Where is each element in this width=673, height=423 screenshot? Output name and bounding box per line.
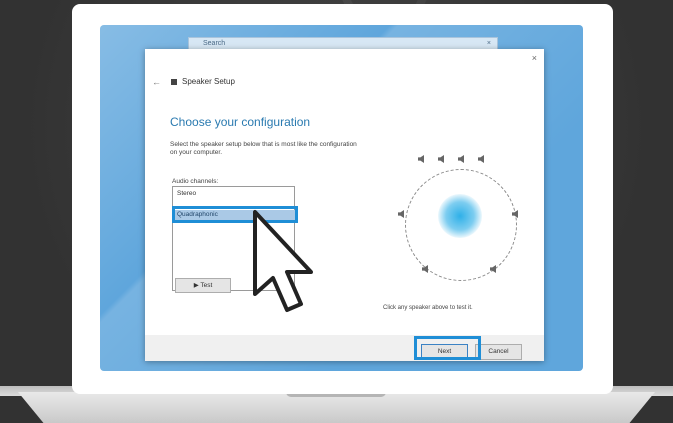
mouse-pointer-icon xyxy=(253,210,313,312)
speaker-icon[interactable] xyxy=(436,154,446,164)
speaker-icon[interactable] xyxy=(456,154,466,164)
page-heading: Choose your configuration xyxy=(170,115,311,129)
listener-icon xyxy=(438,194,482,238)
speaker-icon[interactable] xyxy=(488,264,498,274)
audio-channels-label: Audio channels: xyxy=(172,178,219,185)
speaker-icon[interactable] xyxy=(476,154,486,164)
test-button[interactable]: ▶ Test xyxy=(175,278,231,293)
speaker-setup-dialog: × ← Speaker Setup Choose your configurat… xyxy=(145,49,544,361)
speaker-icon[interactable] xyxy=(510,209,520,219)
speaker-icon[interactable] xyxy=(420,264,430,274)
dialog-title: Speaker Setup xyxy=(171,77,235,86)
close-icon[interactable]: × xyxy=(532,53,537,63)
back-arrow-icon[interactable]: ← xyxy=(152,77,161,87)
cancel-button[interactable]: Cancel xyxy=(475,344,522,360)
page-description: Select the speaker setup below that is m… xyxy=(170,141,357,156)
dialog-title-text: Speaker Setup xyxy=(182,77,235,86)
next-button-highlight xyxy=(414,336,481,360)
speaker-diagram xyxy=(380,144,540,294)
speaker-icon[interactable] xyxy=(416,154,426,164)
speaker-test-hint: Click any speaker above to test it. xyxy=(383,305,473,311)
list-item[interactable]: Stereo xyxy=(175,189,196,199)
speaker-icon[interactable] xyxy=(396,209,406,219)
speaker-icon xyxy=(171,79,177,85)
